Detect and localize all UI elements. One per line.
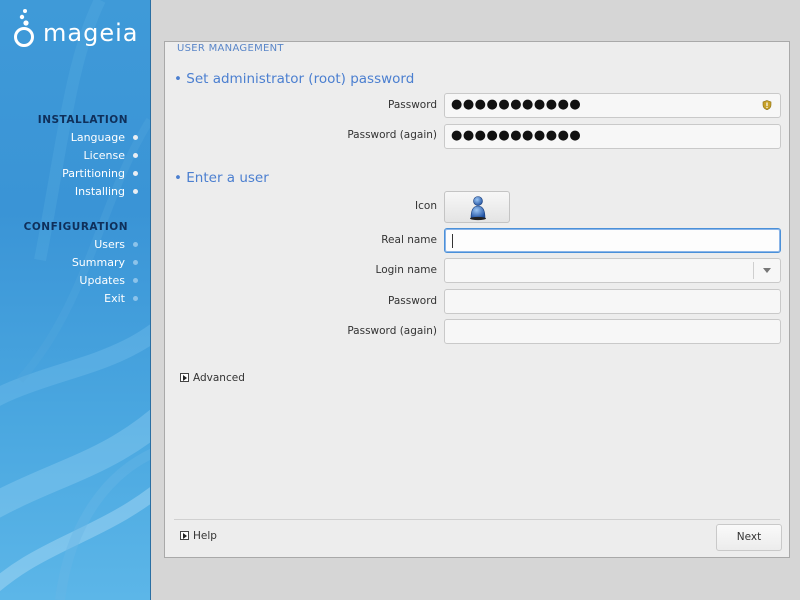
step-pending-dot (133, 296, 138, 301)
nav-configuration-section: CONFIGURATION Users Summary Updates Exit (23, 218, 138, 308)
enter-user-heading: • Enter a user (174, 170, 269, 186)
nav-heading-configuration: CONFIGURATION (23, 221, 128, 233)
nav-heading-installation: INSTALLATION (37, 114, 128, 126)
root-password-again-input[interactable]: ●●●●●●●●●●● (444, 124, 781, 149)
icon-label: Icon (415, 200, 437, 212)
triangle-right-icon (180, 373, 189, 382)
chevron-down-icon[interactable] (763, 268, 771, 273)
real-name-label: Real name (381, 234, 437, 246)
login-name-combobox[interactable] (444, 258, 781, 283)
root-password-value: ●●●●●●●●●●● (451, 97, 582, 112)
step-done-dot (133, 189, 138, 194)
next-button[interactable]: Next (716, 524, 782, 551)
footer-divider (174, 519, 780, 520)
user-password-input[interactable] (444, 289, 781, 314)
root-password-input[interactable]: ●●●●●●●●●●● (444, 93, 781, 118)
login-name-label: Login name (375, 264, 437, 276)
nav-item-exit: Exit (24, 290, 138, 308)
root-password-again-label: Password (again) (347, 129, 437, 141)
step-pending-dot (133, 278, 138, 283)
user-avatar-icon (470, 196, 486, 221)
sidebar: mageia INSTALLATION Language License Par… (0, 0, 151, 600)
advanced-label: Advanced (193, 372, 245, 384)
nav-item-license: License (38, 147, 138, 165)
step-pending-dot (133, 242, 138, 247)
help-expander[interactable]: Help (180, 530, 217, 542)
step-done-dot (133, 135, 138, 140)
user-password-again-label: Password (again) (347, 325, 437, 337)
section-title: USER MANAGEMENT (177, 43, 284, 54)
nav-item-installing: Installing (38, 183, 138, 201)
root-password-again-value: ●●●●●●●●●●● (451, 128, 582, 143)
step-done-dot (133, 153, 138, 158)
nav-item-partitioning: Partitioning (38, 165, 138, 183)
mageia-logo-icon (14, 9, 34, 47)
root-password-label: Password (387, 99, 437, 111)
user-password-label: Password (387, 295, 437, 307)
real-name-input[interactable] (444, 228, 781, 253)
user-icon-button[interactable] (444, 191, 510, 223)
triangle-right-icon (180, 531, 189, 540)
step-done-dot (133, 171, 138, 176)
step-pending-dot (133, 260, 138, 265)
text-caret (452, 234, 453, 248)
nav-item-language: Language (38, 129, 138, 147)
user-password-again-input[interactable] (444, 319, 781, 344)
mageia-logo: mageia (12, 8, 144, 48)
nav-item-users: Users (24, 236, 138, 254)
help-label: Help (193, 530, 217, 542)
combo-separator (753, 262, 754, 279)
root-password-heading: • Set administrator (root) password (174, 71, 415, 87)
nav-item-summary: Summary (24, 254, 138, 272)
nav-item-updates: Updates (24, 272, 138, 290)
logo-text: mageia (43, 19, 139, 47)
nav-installation-section: INSTALLATION Language License Partitioni… (37, 111, 138, 201)
shield-warning-icon (762, 100, 772, 110)
advanced-expander[interactable]: Advanced (180, 372, 245, 384)
main-panel: USER MANAGEMENT • Set administrator (roo… (164, 41, 790, 558)
